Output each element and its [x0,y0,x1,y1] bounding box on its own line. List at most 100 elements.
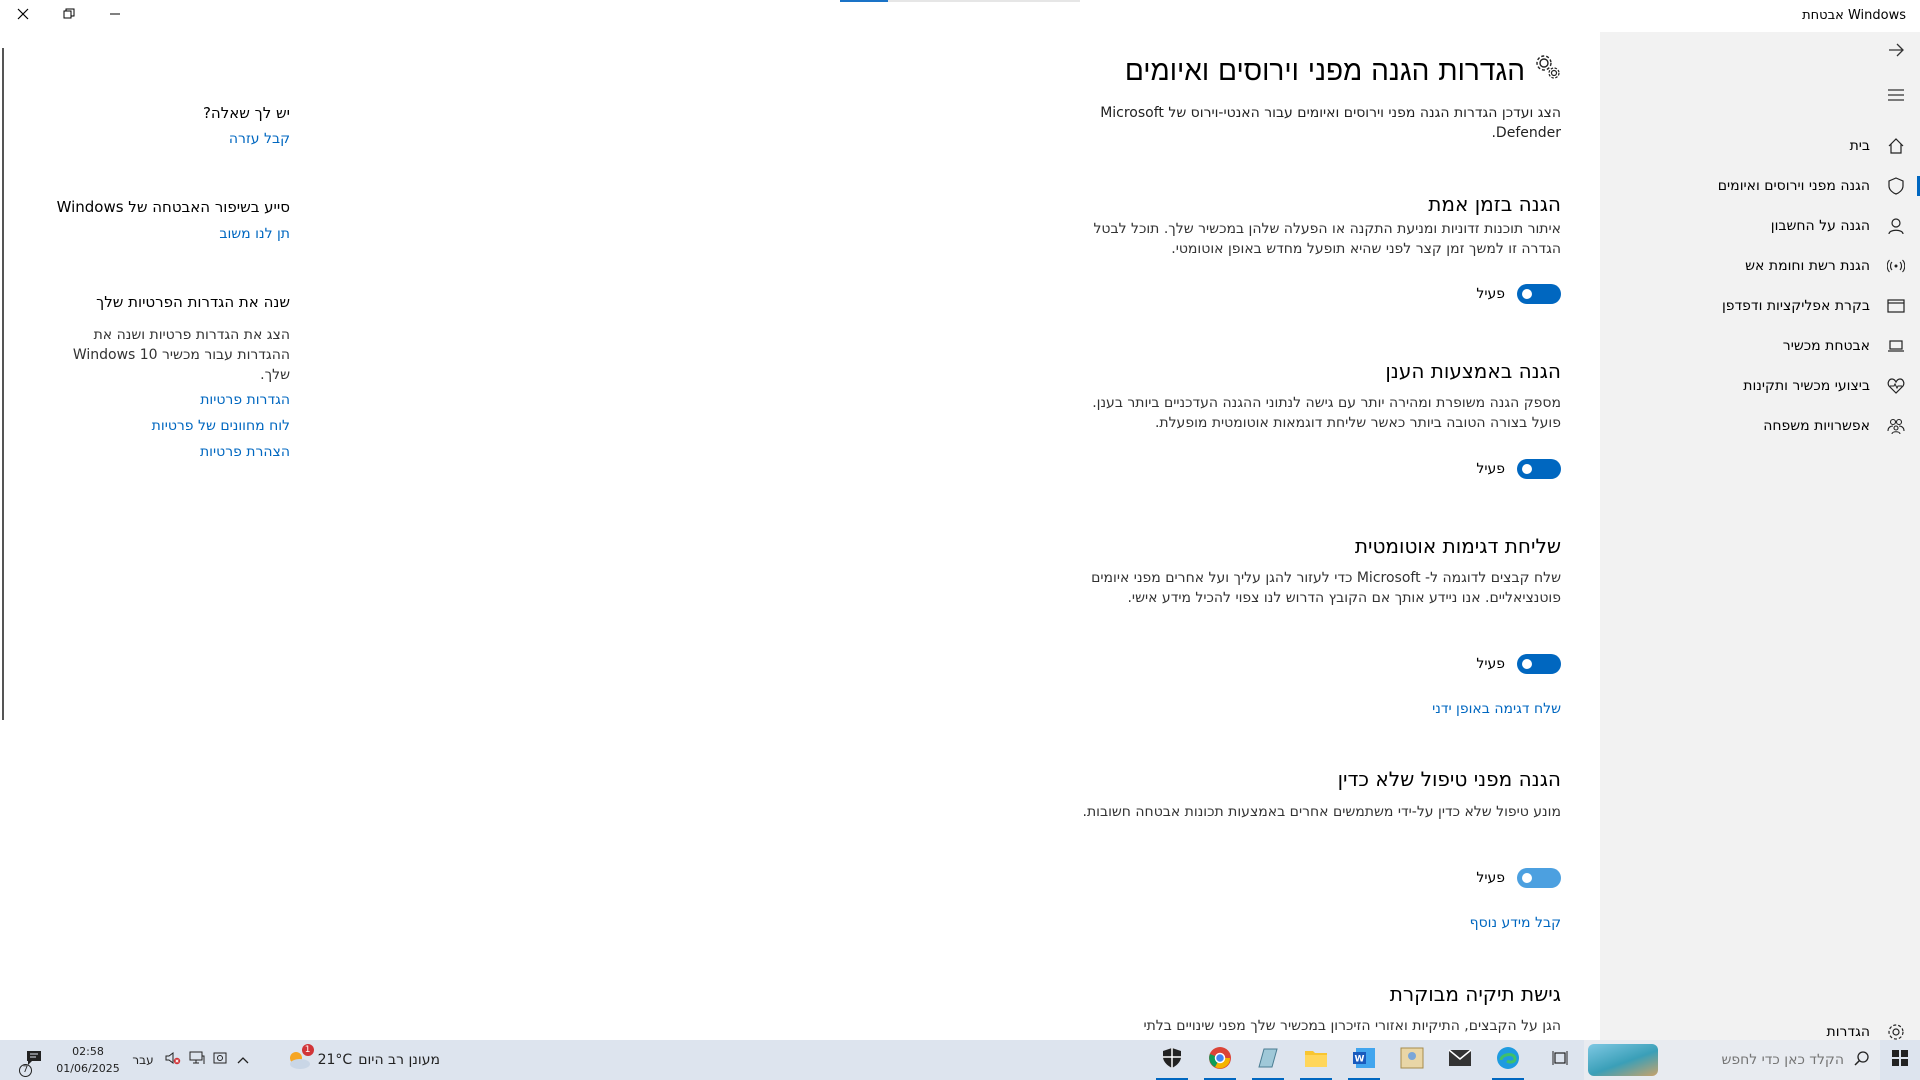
nav-item-app-browser[interactable]: בקרת אפליקציות ודפדפן [1600,286,1920,326]
restore-button[interactable] [46,0,92,32]
section-title: הגנה באמצעות הענן [1385,359,1561,383]
mail-icon [1448,1049,1472,1071]
time: 02:58 [72,1045,104,1058]
page-description: הצג ועדכן הגדרות הגנה מפני וירוסים ואיומ… [1100,105,1561,141]
photos-icon [1400,1047,1424,1073]
tamper-protection-toggle[interactable] [1517,868,1561,888]
question-heading: יש לך שאלה? [202,104,290,122]
scroll-indicator [840,0,1080,2]
chevron-up-icon [237,1052,249,1068]
section-title: שליחת דגימות אוטומטית [1354,534,1561,558]
network-button[interactable] [186,1040,208,1080]
navigation-pane: בית הגנה מפני וירוסים ואיומים הגנה על הח… [1600,32,1920,1040]
edge-icon [1496,1046,1520,1074]
cloud-sun-icon: 1 [286,1044,314,1071]
clock[interactable]: 02:58 01/06/2025 [54,1043,122,1077]
privacy-settings-link[interactable]: הגדרות פרטיות [200,392,290,408]
section-title: גישת תיקיה מבוקרת [1389,982,1561,1006]
back-arrow-icon [1887,41,1905,64]
cloud-protection-toggle[interactable] [1517,459,1561,479]
task-view-button[interactable] [1540,1040,1580,1080]
tamper-toggle-row: פעיל [1476,868,1561,888]
notification-count-badge: 7 [19,1064,32,1077]
network-icon [189,1051,205,1069]
feedback-link[interactable]: תן לנו משוב [219,226,290,242]
mail-app[interactable] [1440,1044,1480,1076]
close-button[interactable] [0,0,46,32]
section-description: איתור תוכנות זדוניות ומניעת התקנה או הפע… [1093,221,1561,257]
svg-text:W: W [1355,1055,1365,1065]
privacy-description: הצג את הגדרות פרטיות ושנה את ההגדרות עבו… [72,327,290,383]
privacy-dashboard-link[interactable]: לוח מחוונים של פרטיות [152,418,290,434]
get-help-link[interactable]: קבל עזרה [229,131,290,147]
taskbar: W מעונן רב היום 21°C 1 עבר 02 [0,1040,1920,1080]
shield-icon [1872,166,1920,206]
title-bar: אבטחת Windows [0,0,1920,32]
section-title: הגנה בזמן אמת [1428,192,1561,216]
page-title: הגדרות הגנה מפני וירוסים ואיומים [1125,54,1561,87]
toggle-label: פעיל [1476,656,1505,672]
toggle-label: פעיל [1476,870,1505,886]
file-explorer-app[interactable] [1296,1044,1336,1080]
section-description: מספק הגנה משופרת ומהירה יותר עם גישה לנת… [1092,395,1561,431]
nav-item-label: הגדרות [1826,1024,1870,1040]
action-center-button[interactable]: 7 [14,1040,54,1080]
page-title-text: הגדרות הגנה מפני וירוסים ואיומים [1124,54,1525,87]
windows-logo-icon [1892,1050,1908,1070]
scrollbar[interactable] [2,48,4,720]
section-description: הגן על הקבצים, התיקיות ואזורי הזיכרון במ… [1143,1018,1561,1034]
show-hidden-icons-button[interactable] [232,1040,254,1080]
nav-item-home[interactable]: בית [1600,126,1920,166]
learn-more-link[interactable]: קבל מידע נוסף [1470,915,1561,931]
meet-now-button[interactable] [210,1040,230,1080]
word-icon: W [1352,1047,1376,1073]
date: 01/06/2025 [56,1062,120,1075]
notepad-app[interactable] [1248,1044,1288,1080]
photos-app[interactable] [1392,1044,1432,1076]
nav-item-family[interactable]: אפשרויות משפחה [1600,406,1920,446]
menu-button[interactable] [1884,84,1908,108]
realtime-protection-toggle[interactable] [1517,284,1561,304]
start-button[interactable] [1880,1040,1920,1080]
nav-item-label: הגנה מפני וירוסים ואיומים [1717,178,1870,194]
submit-sample-link[interactable]: שלח דגימה באופן ידני [1432,701,1561,717]
language-indicator[interactable]: עבר [128,1040,158,1080]
close-icon [17,8,29,24]
nav-item-device-health[interactable]: ביצועי מכשיר ותקינות [1600,366,1920,406]
minimize-button[interactable] [92,0,138,32]
search-input[interactable] [1644,1052,1844,1068]
home-icon [1872,126,1920,166]
edge-app[interactable] [1488,1044,1528,1080]
sample-submission-toggle[interactable] [1517,654,1561,674]
privacy-heading: שנה את הגדרות הפרטיות שלך [96,293,290,311]
back-button[interactable] [1884,40,1908,64]
nav-item-label: ביצועי מכשיר ותקינות [1743,378,1870,394]
chrome-app[interactable] [1200,1044,1240,1080]
notification-icon: 7 [19,1049,43,1077]
minimize-icon [109,8,121,24]
temperature: 21°C [317,1052,353,1068]
nav-item-label: אבטחת מכשיר [1782,338,1870,354]
security-app[interactable] [1152,1044,1192,1080]
nav-item-firewall[interactable]: הגנת רשת וחומת אש [1600,246,1920,286]
nav-item-virus-protection[interactable]: הגנה מפני וירוסים ואיומים [1600,166,1920,206]
nav-item-device-security[interactable]: אבטחת מכשיר [1600,326,1920,366]
privacy-statement-link[interactable]: הצהרת פרטיות [200,444,290,460]
taskbar-search[interactable] [1584,1040,1880,1080]
heart-icon [1872,366,1920,406]
section-description: מונע טיפול שלא כדין על-ידי משתמשים אחרים… [1082,804,1561,820]
browser-icon [1872,286,1920,326]
word-app[interactable]: W [1344,1044,1384,1080]
nav-item-label: הגנה על החשבון [1770,218,1870,234]
nav-item-account-protection[interactable]: הגנה על החשבון [1600,206,1920,246]
nav-item-label: אפשרויות משפחה [1763,418,1870,434]
camera-icon [213,1051,227,1069]
cloud-toggle-row: פעיל [1476,459,1561,479]
volume-muted-icon [165,1051,181,1069]
weather-text: מעונן רב היום [358,1052,440,1068]
window-title: אבטחת Windows [1802,8,1906,23]
restore-icon [63,8,75,24]
weather-widget[interactable]: מעונן רב היום 21°C 1 [270,1040,440,1080]
volume-button[interactable] [162,1040,184,1080]
laptop-icon [1872,326,1920,366]
